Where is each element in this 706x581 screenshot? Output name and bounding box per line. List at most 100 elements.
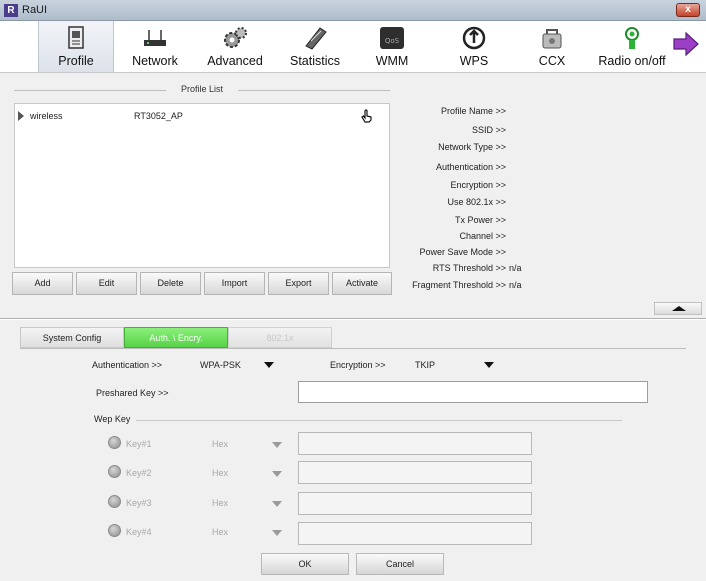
toolbar-advanced[interactable]: Advanced	[199, 21, 271, 72]
svg-text:QoS: QoS	[385, 37, 400, 45]
profile-buttons: Add Edit Delete Import Export Activate	[12, 272, 392, 296]
detail-value: n/a	[509, 263, 522, 273]
edit-button[interactable]: Edit	[76, 272, 137, 295]
encryption-select-value[interactable]: TKIP	[415, 360, 435, 370]
triangle-up-icon	[672, 306, 686, 311]
wep-key2-radio[interactable]	[108, 465, 121, 478]
next-arrow-icon[interactable]	[672, 31, 700, 57]
tab-auth-encry[interactable]: Auth. \ Encry.	[124, 327, 228, 348]
expand-triangle-icon[interactable]	[18, 111, 24, 121]
wep-key-title: Wep Key	[94, 414, 131, 424]
authentication-label: Authentication >>	[92, 360, 163, 370]
detail-row: Use 802.1x >>	[398, 197, 698, 209]
wep-key4-format[interactable]: Hex	[212, 527, 228, 537]
advanced-gears-icon	[224, 27, 247, 48]
toolbar-profile[interactable]: Profile	[38, 21, 114, 72]
wep-key3-input[interactable]	[298, 492, 532, 515]
radio-antenna-icon	[625, 27, 639, 49]
profile-icon	[68, 26, 84, 49]
authentication-select-value[interactable]: WPA-PSK	[200, 360, 241, 370]
wep-key3-radio[interactable]	[108, 495, 121, 508]
wep-key3-format[interactable]: Hex	[212, 498, 228, 508]
ok-button[interactable]: OK	[261, 553, 349, 575]
detail-label: Authentication >>	[435, 162, 506, 172]
detail-label: Network Type >>	[438, 142, 506, 152]
toolbar-label: Statistics	[289, 54, 340, 68]
detail-label: Power Save Mode >>	[419, 247, 506, 257]
statistics-icon	[305, 27, 327, 50]
ccx-icon	[542, 29, 562, 49]
hand-pointer-icon	[361, 109, 372, 123]
window-title: RaUI	[22, 4, 48, 16]
legend-line	[238, 90, 390, 91]
wep-key4-dropdown-icon[interactable]	[272, 530, 282, 536]
toolbar-radio[interactable]: Radio on/off	[590, 21, 674, 72]
activate-button[interactable]: Activate	[332, 272, 392, 295]
wep-key2-dropdown-icon[interactable]	[272, 471, 282, 477]
profile-list-box[interactable]: wireless RT3052_AP	[14, 103, 390, 268]
toolbar-statistics[interactable]: Statistics	[281, 21, 349, 72]
add-button[interactable]: Add	[12, 272, 73, 295]
detail-row: Network Type >>	[398, 142, 698, 154]
toolbar-ccx[interactable]: CCX	[526, 21, 578, 72]
profile-name: wireless	[30, 111, 63, 121]
wep-key1-format[interactable]: Hex	[212, 439, 228, 449]
profile-row[interactable]: wireless RT3052_AP	[15, 109, 389, 123]
detail-label: Channel >>	[459, 231, 506, 241]
wep-key2-format[interactable]: Hex	[212, 468, 228, 478]
title-bar: R RaUI x	[0, 0, 706, 21]
toolbar-label: Network	[132, 54, 178, 68]
toolbar-label: Profile	[58, 54, 94, 68]
wep-key-legend: Wep Key	[94, 414, 622, 426]
section-divider-highlight	[0, 319, 706, 320]
cancel-button[interactable]: Cancel	[356, 553, 444, 575]
export-button[interactable]: Export	[268, 272, 329, 295]
wep-key1-label: Key#1	[126, 439, 152, 449]
legend-line	[136, 420, 622, 421]
encryption-label: Encryption >>	[330, 360, 386, 370]
detail-row: Tx Power >>	[398, 215, 698, 227]
toolbar-label: WMM	[375, 54, 409, 68]
wep-key2-label: Key#2	[126, 468, 152, 478]
detail-label: SSID >>	[471, 125, 506, 135]
wep-key2-input[interactable]	[298, 461, 532, 484]
collapse-details-button[interactable]	[654, 302, 702, 315]
main-toolbar: Profile Network Advanced Statistics QoS …	[0, 21, 706, 73]
detail-row: Authentication >>	[398, 162, 698, 174]
network-icon	[144, 30, 166, 46]
toolbar-wmm[interactable]: QoS WMM	[362, 21, 422, 72]
wep-key1-dropdown-icon[interactable]	[272, 442, 282, 448]
profile-ssid: RT3052_AP	[134, 111, 183, 121]
authentication-dropdown-icon[interactable]	[264, 362, 274, 368]
wep-key1-radio[interactable]	[108, 436, 121, 449]
detail-row: Fragment Threshold >> n/a	[398, 280, 698, 292]
toolbar-wps[interactable]: WPS	[446, 21, 502, 72]
encryption-dropdown-icon[interactable]	[484, 362, 494, 368]
wps-icon	[462, 26, 486, 50]
profile-details: Profile Name >> SSID >> Network Type >> …	[398, 104, 698, 294]
profile-list-legend: Profile List	[14, 84, 390, 96]
detail-value: n/a	[509, 280, 522, 290]
toolbar-label: WPS	[459, 54, 489, 68]
delete-button[interactable]: Delete	[140, 272, 201, 295]
toolbar-network[interactable]: Network	[120, 21, 190, 72]
detail-row: Power Save Mode >>	[398, 247, 698, 259]
import-button[interactable]: Import	[204, 272, 265, 295]
close-button[interactable]: x	[676, 3, 700, 17]
preshared-key-input[interactable]	[298, 381, 648, 403]
toolbar-label: Advanced	[207, 54, 263, 68]
wep-key1-input[interactable]	[298, 432, 532, 455]
detail-label: Profile Name >>	[440, 106, 506, 116]
detail-row: SSID >>	[398, 125, 698, 137]
detail-row: Channel >>	[398, 231, 698, 243]
detail-row: RTS Threshold >> n/a	[398, 263, 698, 275]
detail-label: Use 802.1x >>	[447, 197, 506, 207]
wep-key4-input[interactable]	[298, 522, 532, 545]
wep-key4-radio[interactable]	[108, 524, 121, 537]
wep-key3-dropdown-icon[interactable]	[272, 501, 282, 507]
detail-label: RTS Threshold >>	[432, 263, 506, 273]
wep-key3-label: Key#3	[126, 498, 152, 508]
detail-label: Encryption >>	[450, 180, 506, 190]
tab-system-config[interactable]: System Config	[20, 327, 124, 348]
profile-list-title: Profile List	[180, 84, 224, 94]
